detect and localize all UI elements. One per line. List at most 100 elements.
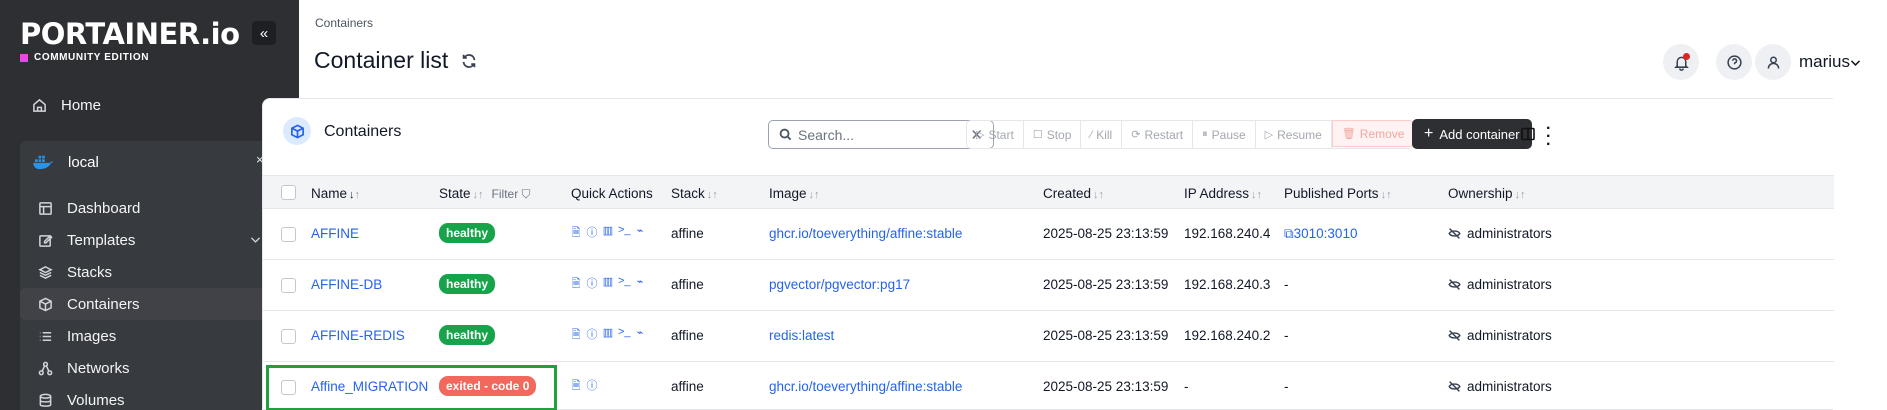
logs-icon[interactable]: 🗎 [570, 275, 582, 294]
kill-button[interactable]: ⁄ Kill [1081, 121, 1123, 148]
image-link[interactable]: ghcr.io/toeverything/affine:stable [769, 226, 962, 241]
resume-button[interactable]: ▷ Resume [1256, 121, 1332, 148]
image-link[interactable]: pgvector/pgvector:pg17 [769, 277, 910, 292]
container-name-link[interactable]: AFFINE [311, 226, 359, 241]
refresh-icon[interactable] [460, 52, 478, 70]
column-stack[interactable]: Stack ↓↑ [671, 186, 718, 201]
quick-actions: 🗎 ⓘ ▥ >_ ⌁ [570, 224, 646, 243]
breadcrumb[interactable]: Containers [315, 16, 373, 30]
sidebar-item-volumes[interactable]: Volumes [20, 384, 280, 410]
stats-icon[interactable]: ▥ [602, 224, 614, 243]
pause-label: Pause [1211, 127, 1246, 142]
collapse-sidebar-button[interactable]: « [252, 21, 276, 45]
user-menu-chevron-icon[interactable] [1849, 56, 1862, 69]
column-label: Stack [671, 186, 705, 201]
search-box[interactable]: ✕ [768, 120, 994, 149]
username[interactable]: marius [1799, 52, 1850, 72]
created-cell: 2025-08-25 23:13:59 [1043, 277, 1169, 292]
resume-label: Resume [1277, 127, 1322, 142]
ownership-cell: administrators [1448, 226, 1552, 241]
sidebar-item-stacks[interactable]: Stacks [20, 256, 280, 288]
sort-icon: ↓↑ [808, 189, 820, 201]
sidebar-item-containers[interactable]: Containers [20, 288, 280, 320]
image-link[interactable]: ghcr.io/toeverything/affine:stable [769, 379, 962, 394]
column-label: Published Ports [1284, 186, 1379, 201]
logs-icon[interactable]: 🗎 [570, 326, 582, 345]
sidebar-item-label: Containers [67, 295, 140, 313]
stats-icon[interactable]: ▥ [602, 326, 614, 345]
eye-off-icon [1448, 279, 1461, 290]
filter-label: Filter [491, 187, 519, 201]
environment-header[interactable]: local [20, 145, 280, 179]
column-ownership[interactable]: Ownership ↓↑ [1448, 186, 1526, 201]
column-quick-actions: Quick Actions [571, 186, 653, 201]
start-button[interactable]: ▷ Start [967, 121, 1024, 148]
console-icon[interactable]: >_ [618, 326, 631, 345]
table-row: AFFINE healthy 🗎 ⓘ ▥ >_ ⌁ affine ghcr.io/toe… [263, 210, 1834, 260]
console-icon[interactable]: >_ [618, 224, 631, 243]
restart-button[interactable]: ⟳ Restart [1122, 121, 1194, 148]
sidebar-item-images[interactable]: Images [20, 320, 280, 352]
remove-button[interactable]: 🗑 Remove [1331, 120, 1415, 147]
pause-button[interactable]: ⏸ Pause [1193, 121, 1256, 148]
stop-button[interactable]: ☐ Stop [1024, 121, 1082, 148]
container-name-link[interactable]: AFFINE-REDIS [311, 328, 405, 343]
inspect-icon[interactable]: ⓘ [586, 224, 598, 243]
add-container-button[interactable]: + Add container [1412, 119, 1532, 149]
inspect-icon[interactable]: ⓘ [586, 377, 598, 396]
console-icon[interactable]: >_ [618, 275, 631, 294]
columns-icon[interactable] [1521, 127, 1535, 141]
created-cell: 2025-08-25 23:13:59 [1043, 226, 1169, 241]
eye-off-icon [1448, 228, 1461, 239]
row-checkbox[interactable] [281, 227, 296, 242]
trash-icon: 🗑 [1341, 128, 1356, 140]
sidebar-item-networks[interactable]: Networks [20, 352, 280, 384]
column-name[interactable]: Name ↓↑ [311, 186, 360, 201]
attach-icon[interactable]: ⌁ [634, 275, 646, 294]
ip-cell: 192.168.240.4 [1184, 226, 1271, 241]
column-published-ports[interactable]: Published Ports ↓↑ [1284, 186, 1392, 201]
sidebar: PORTAINER.io COMMUNITY EDITION « Home lo… [0, 0, 299, 410]
column-label: Ownership [1448, 186, 1513, 201]
logs-icon[interactable]: 🗎 [570, 377, 582, 396]
column-ip-address[interactable]: IP Address ↓↑ [1184, 186, 1262, 201]
portainer-logo[interactable]: PORTAINER.io COMMUNITY EDITION [20, 18, 240, 63]
row-checkbox[interactable] [281, 380, 296, 395]
sidebar-item-dashboard[interactable]: Dashboard [20, 192, 280, 224]
column-state[interactable]: State ↓↑ Filter ⛉ [439, 186, 531, 202]
published-ports-cell: - [1284, 277, 1289, 292]
state-filter[interactable]: Filter ⛉ [492, 187, 531, 201]
stats-icon[interactable]: ▥ [602, 275, 614, 294]
help-button[interactable] [1716, 44, 1752, 80]
list-icon [39, 331, 52, 341]
sidebar-item-templates[interactable]: Templates [20, 224, 280, 256]
user-avatar[interactable] [1755, 44, 1791, 80]
table-row: AFFINE-DB healthy 🗎 ⓘ ▥ >_ ⌁ affine pgvector… [263, 261, 1834, 311]
row-checkbox[interactable] [281, 278, 296, 293]
column-created[interactable]: Created ↓↑ [1043, 186, 1104, 201]
inspect-icon[interactable]: ⓘ [586, 326, 598, 345]
image-link[interactable]: redis:latest [769, 328, 834, 343]
search-icon [779, 128, 792, 141]
row-checkbox[interactable] [281, 329, 296, 344]
column-image[interactable]: Image ↓↑ [769, 186, 820, 201]
container-name-link[interactable]: Affine_MIGRATION [311, 379, 428, 394]
chevron-down-icon[interactable] [249, 233, 262, 246]
help-icon [1726, 54, 1742, 70]
container-name-link[interactable]: AFFINE-DB [311, 277, 382, 292]
notifications-button[interactable] [1663, 44, 1699, 80]
inspect-icon[interactable]: ⓘ [586, 275, 598, 294]
logs-icon[interactable]: 🗎 [570, 224, 582, 243]
search-input[interactable] [798, 126, 963, 143]
published-port-link[interactable]: ⧉3010:3010 [1284, 226, 1357, 242]
container-actions: ▷ Start ☐ Stop ⁄ Kill ⟳ Restart ⏸ Pause ▷ Resu… [966, 120, 1415, 149]
attach-icon[interactable]: ⌁ [634, 326, 646, 345]
more-options-icon[interactable]: · · · [1546, 121, 1551, 153]
sidebar-item-label: Templates [67, 231, 136, 249]
attach-icon[interactable]: ⌁ [634, 224, 646, 243]
quick-actions: 🗎 ⓘ ▥ >_ ⌁ [570, 275, 646, 294]
select-all-checkbox[interactable] [281, 185, 296, 200]
kill-label: Kill [1096, 127, 1113, 142]
sidebar-item-home[interactable]: Home [20, 89, 280, 121]
sidebar-item-label: Networks [67, 359, 130, 377]
